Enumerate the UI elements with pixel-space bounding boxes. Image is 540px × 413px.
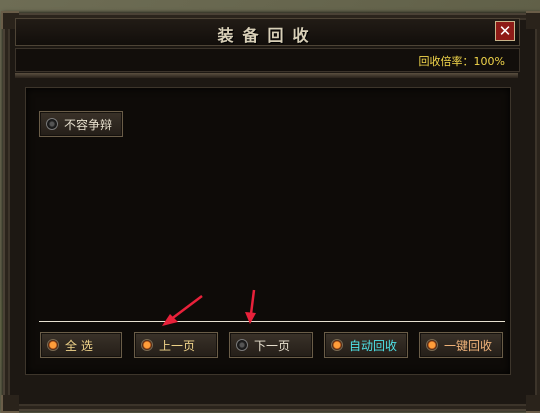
select-all-button[interactable]: 全 选 bbox=[40, 332, 122, 358]
no-dispute-label: 不容争辩 bbox=[64, 117, 113, 132]
annotation-arrow-icon bbox=[245, 289, 256, 324]
radio-bullet-icon bbox=[141, 339, 153, 351]
radio-bullet-icon bbox=[236, 339, 248, 351]
recycle-rate-text: 回收倍率：100% bbox=[418, 55, 505, 68]
window-title: 装备回收 bbox=[217, 26, 318, 45]
prev-page-label: 上一页 bbox=[159, 338, 196, 353]
frame-corner bbox=[1, 395, 19, 413]
next-page-button[interactable]: 下一页 bbox=[229, 332, 313, 358]
one-click-recycle-label: 一键回收 bbox=[444, 338, 493, 353]
prev-page-button[interactable]: 上一页 bbox=[134, 332, 218, 358]
divider bbox=[15, 73, 518, 78]
one-click-recycle-button[interactable]: 一键回收 bbox=[419, 332, 503, 358]
frame-corner bbox=[526, 11, 540, 29]
radio-bullet-icon bbox=[331, 339, 343, 351]
radio-bullet-icon bbox=[426, 339, 438, 351]
select-all-label: 全 选 bbox=[65, 338, 93, 353]
next-page-label: 下一页 bbox=[254, 338, 291, 353]
checkbox-icon bbox=[46, 118, 58, 130]
annotation-arrow-icon bbox=[162, 295, 203, 326]
close-icon[interactable]: ✕ bbox=[495, 21, 515, 41]
auto-recycle-label: 自动回收 bbox=[349, 338, 398, 353]
no-dispute-checkbox[interactable]: 不容争辩 bbox=[39, 111, 123, 137]
frame-corner bbox=[526, 395, 540, 413]
radio-bullet-icon bbox=[47, 339, 59, 351]
window-titlebar[interactable]: 装备回收 ✕ bbox=[15, 18, 520, 46]
footer-separator bbox=[39, 321, 505, 322]
rate-bar: 回收倍率：100% bbox=[15, 48, 520, 72]
auto-recycle-button[interactable]: 自动回收 bbox=[324, 332, 408, 358]
